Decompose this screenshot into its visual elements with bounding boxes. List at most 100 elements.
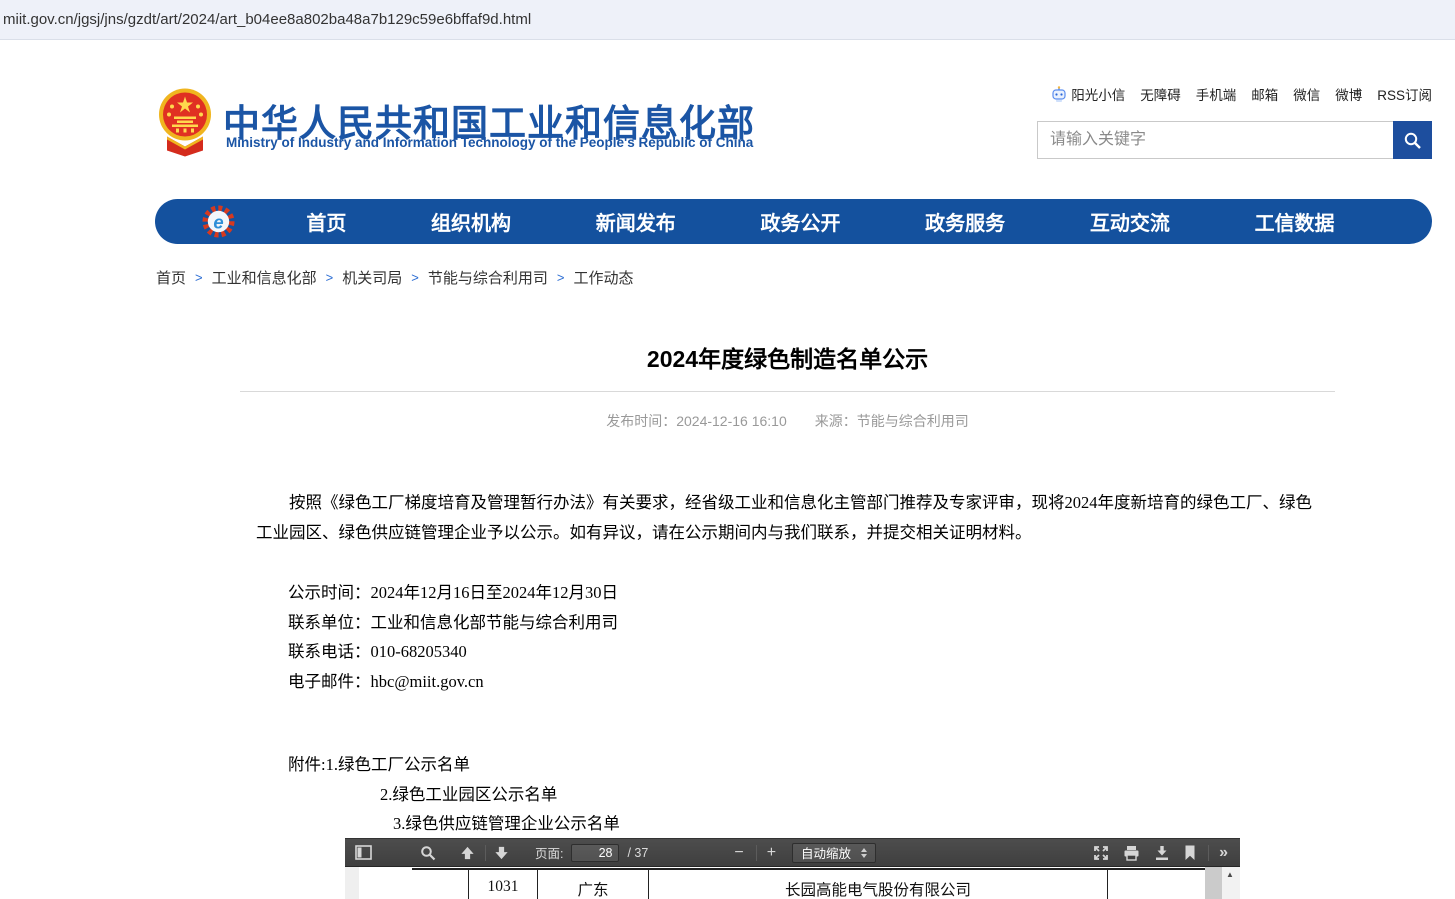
- search-input[interactable]: [1038, 122, 1393, 158]
- quick-link-label: 微信: [1293, 84, 1320, 104]
- pdf-page: 1031 广东 长园高能电气股份有限公司: [359, 867, 1205, 899]
- page-down-icon: [494, 846, 509, 860]
- breadcrumb-miit[interactable]: 工业和信息化部: [212, 267, 317, 288]
- find-icon: [420, 845, 436, 861]
- bookmark-button[interactable]: [1184, 845, 1196, 861]
- toolbar-separator: [1208, 845, 1209, 861]
- zoom-mode-select[interactable]: 自动缩放: [792, 843, 876, 863]
- nav-item-interaction[interactable]: 互动交流: [1090, 207, 1170, 236]
- quick-link-label: 阳光小信: [1071, 84, 1125, 104]
- zoom-out-button[interactable]: [734, 844, 743, 862]
- quick-link-mailbox[interactable]: 邮箱: [1251, 84, 1278, 104]
- breadcrumb: 首页 > 工业和信息化部 > 机关司局 > 节能与综合利用司 > 工作动态: [156, 267, 633, 288]
- zoom-mode-label: 自动缩放: [801, 843, 851, 862]
- pdf-right-gutter: [1205, 867, 1222, 899]
- pdf-toolbar: 页面: / 37 自动缩放: [345, 839, 1240, 867]
- source-value: 节能与综合利用司: [857, 413, 969, 429]
- breadcrumb-work-updates[interactable]: 工作动态: [573, 267, 633, 288]
- page-down-button[interactable]: [494, 846, 509, 860]
- quick-link-label: 无障碍: [1140, 84, 1181, 104]
- pdf-find-button[interactable]: [420, 845, 436, 861]
- national-emblem-icon: [158, 86, 212, 157]
- page-number-input[interactable]: [571, 844, 619, 862]
- title-divider: [240, 391, 1335, 392]
- article-paragraph: 按照《绿色工厂梯度培育及管理暂行办法》有关要求，经省级工业和信息化主管部门推荐及…: [256, 488, 1328, 547]
- publish-time-value: 2024-12-16 16:10: [676, 413, 787, 429]
- robot-icon: [1051, 86, 1067, 103]
- row-province-cell: 广东: [537, 870, 648, 899]
- nav-item-data[interactable]: 工信数据: [1255, 207, 1335, 236]
- pdf-viewer: 页面: / 37 自动缩放: [345, 838, 1240, 899]
- header-quick-links: 阳光小信 无障碍 手机端 邮箱 微信 微博 RSS订阅: [1051, 84, 1432, 104]
- breadcrumb-energy-dept[interactable]: 节能与综合利用司: [428, 267, 548, 288]
- article-attachments: 附件:1.绿色工厂公示名单 2.绿色工业园区公示名单 3.绿色供应链管理企业公示…: [240, 750, 620, 839]
- bookmark-icon: [1184, 845, 1196, 861]
- quick-link-weibo[interactable]: 微博: [1335, 84, 1362, 104]
- nav-items: 首页 组织机构 新闻发布 政务公开 政务服务 互动交流 工信数据: [264, 207, 1377, 236]
- sidebar-toggle-icon: [355, 845, 372, 860]
- pdf-scrollbar[interactable]: [1222, 867, 1240, 899]
- download-button[interactable]: [1154, 845, 1170, 861]
- attachment-green-supply-chain: 3.绿色供应链管理企业公示名单: [240, 809, 620, 839]
- sidebar-toggle-button[interactable]: [355, 845, 372, 860]
- search-button[interactable]: [1393, 121, 1432, 159]
- presentation-mode-button[interactable]: [1093, 845, 1109, 861]
- attachment-green-park: 2.绿色工业园区公示名单: [240, 780, 620, 810]
- source-label: 来源：: [815, 413, 857, 429]
- attachment-green-factory: 附件:1.绿色工厂公示名单: [240, 750, 620, 780]
- quick-link-rss[interactable]: RSS订阅: [1377, 84, 1432, 104]
- search-icon: [1403, 131, 1422, 150]
- toolbar-overflow-button[interactable]: [1219, 844, 1228, 862]
- breadcrumb-home[interactable]: 首页: [156, 267, 186, 288]
- nav-item-gov-affairs[interactable]: 政务公开: [760, 207, 840, 236]
- quick-link-wechat[interactable]: 微信: [1293, 84, 1320, 104]
- nav-item-organization[interactable]: 组织机构: [431, 207, 511, 236]
- quick-link-accessibility[interactable]: 无障碍: [1140, 84, 1181, 104]
- toolbar-separator: [485, 845, 486, 861]
- pdf-table-row: 1031 广东 长园高能电气股份有限公司: [468, 870, 1108, 899]
- miit-article-page: miit.gov.cn/jgsj/jns/gzdt/art/2024/art_b…: [0, 0, 1455, 899]
- main-nav: e 首页 组织机构 新闻发布 政务公开 政务服务 互动交流 工信数据: [155, 199, 1432, 244]
- page-number-label: 页面:: [535, 843, 563, 862]
- nav-item-home[interactable]: 首页: [306, 207, 346, 236]
- print-icon: [1123, 845, 1140, 861]
- breadcrumb-separator: >: [411, 270, 419, 285]
- breadcrumb-separator: >: [195, 270, 203, 285]
- nav-item-gov-services[interactable]: 政务服务: [925, 207, 1005, 236]
- select-arrows-icon: [861, 848, 867, 858]
- nav-item-news[interactable]: 新闻发布: [596, 207, 676, 236]
- site-search: [1037, 121, 1432, 159]
- svg-text:e: e: [213, 211, 223, 232]
- download-icon: [1154, 845, 1170, 861]
- zoom-in-button[interactable]: [767, 844, 776, 862]
- site-subtitle: Ministry of Industry and Information Tec…: [226, 135, 753, 150]
- breadcrumb-separator: >: [557, 270, 565, 285]
- page-total-label: / 37: [627, 846, 648, 860]
- row-company-cell: 长园高能电气股份有限公司: [648, 870, 1108, 899]
- breadcrumb-departments[interactable]: 机关司局: [342, 267, 402, 288]
- detail-contact-phone: 联系电话：010-68205340: [288, 637, 618, 667]
- print-button[interactable]: [1123, 845, 1140, 861]
- nav-logo-icon: e: [201, 204, 236, 239]
- article-title: 2024年度绿色制造名单公示: [240, 340, 1335, 374]
- quick-link-label: 手机端: [1196, 84, 1237, 104]
- detail-contact-email: 电子邮件：hbc@miit.gov.cn: [288, 667, 618, 697]
- row-number-cell: 1031: [468, 870, 537, 899]
- quick-link-label: RSS订阅: [1377, 84, 1432, 104]
- article-contact-details: 公示时间：2024年12月16日至2024年12月30日 联系单位：工业和信息化…: [288, 578, 618, 697]
- pdf-left-gutter: [345, 867, 359, 899]
- fullscreen-icon: [1093, 845, 1109, 861]
- quick-link-label: 邮箱: [1251, 84, 1278, 104]
- detail-public-period: 公示时间：2024年12月16日至2024年12月30日: [288, 578, 618, 608]
- pdf-content: 1031 广东 长园高能电气股份有限公司: [345, 867, 1240, 899]
- page-url: miit.gov.cn/jgsj/jns/gzdt/art/2024/art_b…: [3, 11, 531, 28]
- quick-link-sunshine[interactable]: 阳光小信: [1051, 84, 1125, 104]
- page-up-icon: [460, 846, 475, 860]
- browser-url-bar[interactable]: miit.gov.cn/jgsj/jns/gzdt/art/2024/art_b…: [0, 0, 1455, 40]
- article-meta: 发布时间：2024-12-16 16:10 来源：节能与综合利用司: [240, 411, 1335, 431]
- quick-link-mobile[interactable]: 手机端: [1196, 84, 1237, 104]
- page-up-button[interactable]: [460, 846, 475, 860]
- publish-time-label: 发布时间：: [606, 413, 676, 429]
- detail-contact-unit: 联系单位：工业和信息化部节能与综合利用司: [288, 608, 618, 638]
- breadcrumb-separator: >: [326, 270, 334, 285]
